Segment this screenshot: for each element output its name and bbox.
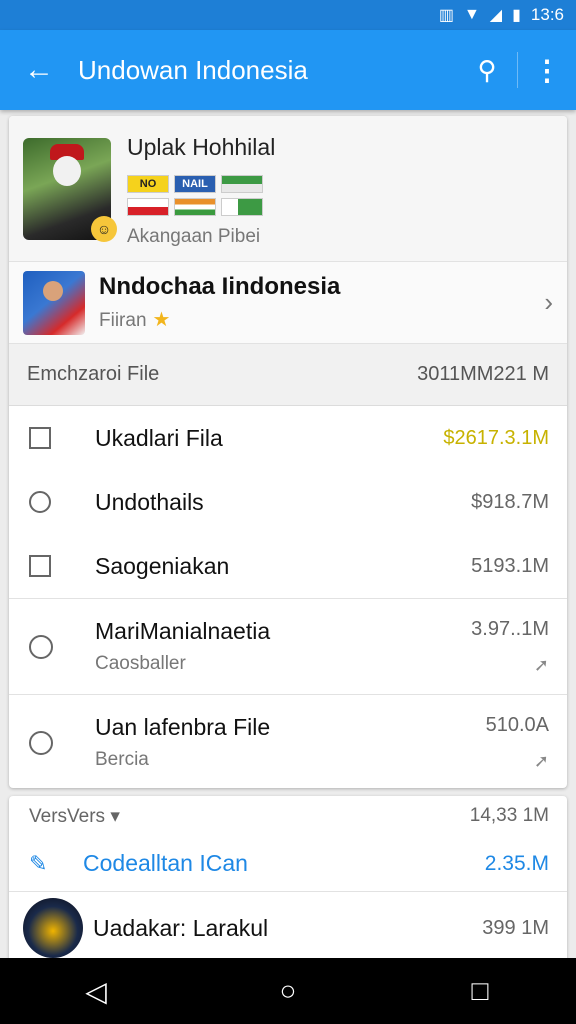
avatar: ☺ xyxy=(23,138,117,242)
file-label: Saogeniakan xyxy=(95,552,230,579)
list-item[interactable]: Uadakar: Larakul 399 1M xyxy=(9,892,567,964)
timer-icon xyxy=(29,730,53,755)
detail-row[interactable]: Uan lafenbra File Bercia 510.0A ➚ xyxy=(9,694,567,788)
flag-badge xyxy=(174,198,216,216)
status-time: 13:6 xyxy=(530,5,564,24)
profile-name: Uplak Hohhilal xyxy=(127,134,276,160)
detail-subtitle: Caosballer xyxy=(95,653,186,674)
detail-label: Uan lafenbra File xyxy=(95,714,271,740)
file-row[interactable]: Ukadlari Fila $2617.3.1M xyxy=(9,406,567,470)
file-size: 5193.1M xyxy=(471,554,549,577)
vibrate-icon: ▥ xyxy=(438,7,454,24)
search-icon[interactable]: ⚲ xyxy=(457,55,517,86)
home-circle-icon[interactable]: ○ xyxy=(258,975,318,1007)
highlighted-size: 2.35.M xyxy=(484,851,549,875)
timer-icon xyxy=(29,634,53,659)
system-nav-bar: ◁ ○ □ xyxy=(0,958,576,1024)
detail-subtitle: Bercia xyxy=(95,749,149,770)
status-bar: ▥ ▼ ◢ ▮ 13:6 xyxy=(0,0,576,30)
flag-grid: NO NAIL xyxy=(127,175,275,216)
signal-icon: ◢ xyxy=(489,7,503,24)
edit-circle-icon xyxy=(29,491,51,513)
list-item-size: 399 1M xyxy=(482,916,549,939)
section-label: Emchzaroi File xyxy=(27,363,160,385)
file-label: Undothails xyxy=(95,488,204,515)
flag-badge xyxy=(221,175,263,193)
pencil-icon: ✎ xyxy=(29,850,48,876)
recents-square-icon[interactable]: □ xyxy=(450,975,510,1007)
back-triangle-icon[interactable]: ◁ xyxy=(66,975,126,1008)
avatar xyxy=(23,898,83,958)
versions-label: VersVers xyxy=(29,805,106,827)
detail-label: MariManialnaetia xyxy=(95,618,271,644)
channel-name: Nndochaa Iindonesia xyxy=(99,273,341,300)
list-item-label: Uadakar: Larakul xyxy=(93,914,269,941)
arrow-icon[interactable]: ➚ xyxy=(486,751,549,772)
file-size: $918.7M xyxy=(471,490,549,513)
file-label: Ukadlari Fila xyxy=(95,424,223,451)
file-size: $2617.3.1M xyxy=(443,426,549,449)
channel-row[interactable]: Nndochaa Iindonesia Fiiran ★ › xyxy=(9,262,567,344)
versions-size: 14,33 1M xyxy=(469,805,549,826)
app-bar: ← Undowan Indonesia ⚲ ⋮ xyxy=(0,30,576,110)
channel-avatar xyxy=(23,270,85,335)
versions-header[interactable]: VersVers ▾ 14,33 1M xyxy=(9,796,567,836)
channel-subtitle: Fiiran xyxy=(99,310,147,331)
highlighted-row[interactable]: ✎ Codealltan ICan 2.35.M xyxy=(9,836,567,892)
detail-row[interactable]: MariManialnaetia Caosballer 3.97..1M ➚ xyxy=(9,598,567,694)
dropdown-icon[interactable]: ▾ xyxy=(110,806,120,827)
profile-subtitle: Akangaan Pibei xyxy=(127,226,261,247)
star-icon: ★ xyxy=(152,309,171,331)
section-size: 3011MM221 M xyxy=(417,363,549,385)
section-header: Emchzaroi File 3011MM221 M xyxy=(9,344,567,406)
profile-header[interactable]: ☺ Uplak Hohhilal NO NAIL Akangaan Pibei xyxy=(9,116,567,262)
flag-badge xyxy=(127,198,169,216)
flag-badge: NO xyxy=(127,175,169,193)
battery-icon: ▮ xyxy=(512,7,521,24)
flag-badge xyxy=(221,198,263,216)
highlighted-label: Codealltan ICan xyxy=(83,850,248,876)
back-arrow-icon[interactable]: ← xyxy=(0,53,78,87)
file-row[interactable]: Undothails $918.7M xyxy=(9,470,567,534)
arrow-icon[interactable]: ➚ xyxy=(471,655,549,676)
face-graphic xyxy=(53,156,81,186)
detail-size: 510.0A xyxy=(485,713,549,736)
file-row[interactable]: Saogeniakan 5193.1M xyxy=(9,534,567,598)
files-card: ☺ Uplak Hohhilal NO NAIL Akangaan Pibei … xyxy=(9,116,567,788)
wifi-icon: ▼ xyxy=(463,6,480,23)
versions-card: VersVers ▾ 14,33 1M ✎ Codealltan ICan 2.… xyxy=(9,796,567,966)
chevron-right-icon[interactable]: › xyxy=(544,287,553,318)
flag-badge: NAIL xyxy=(174,175,216,193)
detail-size: 3.97..1M xyxy=(471,617,549,640)
checkbox-icon[interactable] xyxy=(29,427,51,449)
app-title: Undowan Indonesia xyxy=(78,54,308,85)
more-options-icon[interactable]: ⋮ xyxy=(518,54,576,87)
checkbox-icon[interactable] xyxy=(29,555,51,577)
emoji-badge-icon: ☺ xyxy=(91,216,117,242)
